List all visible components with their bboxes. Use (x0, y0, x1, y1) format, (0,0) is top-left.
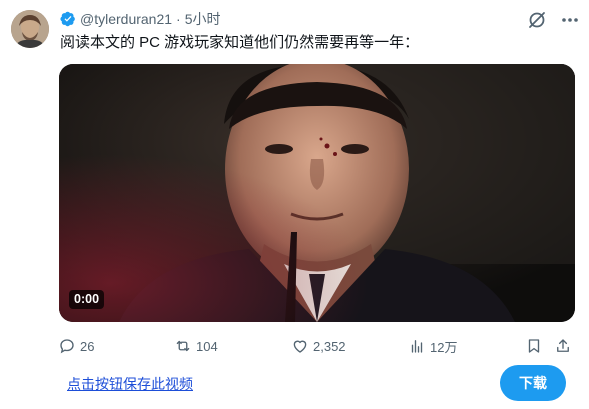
like-icon (293, 340, 307, 353)
tweet-header: @tylerduran21 · 5小时 (60, 10, 221, 28)
grok-icon[interactable] (527, 10, 547, 30)
bookmark-button[interactable] (525, 336, 543, 356)
like-count: 2,352 (313, 338, 346, 354)
reply-count: 26 (80, 338, 95, 354)
download-button[interactable]: 下载 (500, 365, 566, 401)
save-video-link[interactable]: 点击按钮保存此视频 (67, 374, 193, 394)
retweet-count: 104 (196, 338, 218, 354)
share-button[interactable] (554, 336, 572, 356)
views-icon (411, 340, 423, 353)
like-button[interactable]: 2,352 (291, 336, 346, 356)
user-handle[interactable]: @tylerduran21 (80, 11, 172, 27)
views-count: 12万 (430, 339, 458, 355)
video-duration: 0:00 (69, 290, 105, 309)
verified-badge-icon (60, 11, 75, 27)
action-bar: 26 104 2,352 12万 (58, 336, 578, 356)
share-icon (557, 339, 569, 352)
bookmark-icon (528, 339, 540, 353)
separator-dot: · (176, 11, 181, 27)
more-icon[interactable] (559, 10, 581, 30)
tweet-text: 阅读本文的 PC 游戏玩家知道他们仍然需要再等一年： (60, 34, 420, 51)
video-player[interactable] (59, 64, 575, 322)
reply-icon (60, 339, 74, 354)
reply-button[interactable]: 26 (58, 336, 94, 356)
retweet-button[interactable]: 104 (174, 336, 218, 356)
views-button[interactable]: 12万 (408, 336, 457, 356)
avatar[interactable] (11, 10, 49, 48)
tweet-time[interactable]: 5小时 (185, 9, 221, 29)
retweet-icon (176, 340, 190, 352)
